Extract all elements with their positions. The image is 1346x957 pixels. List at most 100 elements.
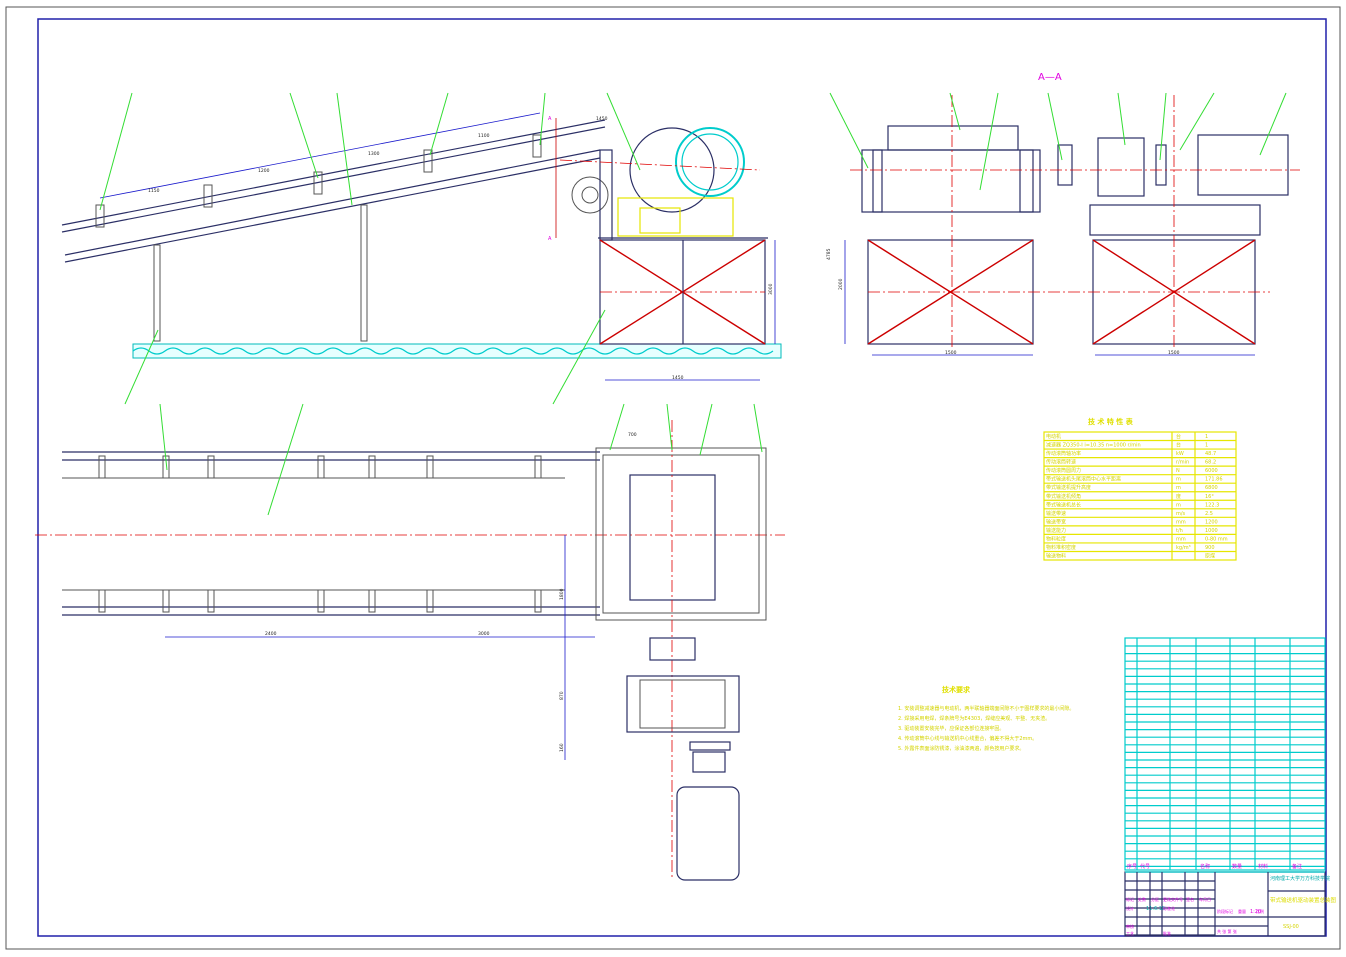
title-block: 河南理工大学万方科技学院 带式输送机驱动装置总装图 SSJ-00 11.6.10… <box>1124 871 1337 937</box>
tech-row-name: 传动滚筒轴功率 <box>1046 450 1081 457</box>
dimension-front-height: 3000 <box>768 283 774 295</box>
tech-row-value: 16° <box>1205 494 1214 500</box>
bom-header-cell: 数量 <box>1232 863 1242 870</box>
bom-header-cell: 备注 <box>1292 863 1302 870</box>
tech-row-name: 传动滚筒圆周力 <box>1046 467 1081 474</box>
dimension-idler-spacing: 1300 <box>368 151 380 157</box>
tech-row-value: 6800 <box>1205 485 1218 491</box>
tech-row-value: 1 <box>1205 443 1208 449</box>
tech-row-unit: 度 <box>1176 493 1181 500</box>
tech-row-unit: r/min <box>1176 460 1189 466</box>
tech-row-value: 0-80 mm <box>1205 536 1228 542</box>
tech-row-unit: m <box>1176 477 1181 483</box>
drawing-canvas: A—A A A 技 术 特 性 表 电动机 台 1减速器 ZQ350-I i=1… <box>5 6 1341 950</box>
requirements-title: 技术要求 <box>942 685 971 694</box>
requirement-item: 5. 外露件表面涂防锈漆，涂油漆两遍，颜色按用户要求。 <box>898 745 1024 752</box>
tech-row-value: 900 <box>1205 545 1215 551</box>
tech-row-value: 1 <box>1205 434 1208 440</box>
title-block-label: 设计 <box>1126 905 1134 911</box>
idler-set <box>532 134 542 158</box>
tech-row-name: 输送带速 <box>1046 510 1066 517</box>
requirement-item: 3. 驱动装置安装完毕，应保证各部位连接牢固。 <box>898 725 1004 732</box>
support-frame-front <box>599 239 776 381</box>
tech-row-value: 2.5 <box>1205 511 1213 517</box>
tech-row-unit: m/s <box>1176 511 1186 517</box>
tech-row-name: 电动机 <box>1046 433 1061 440</box>
plan-view <box>35 420 785 881</box>
dimension-plan-1: 2400 <box>265 631 277 637</box>
title-block-label: 年月日 <box>1199 896 1211 902</box>
tech-row-value: 1000 <box>1205 528 1218 534</box>
tech-row-unit: t/h <box>1176 528 1183 534</box>
title-block-label: 共 张 第 张 <box>1217 928 1237 934</box>
dimension-side-base-2: 1500 <box>1168 350 1180 356</box>
tech-row-name: 减速器 ZQ350-I i=10.35 n=1000 r/min <box>1046 442 1141 449</box>
tech-row-name: 带式输送机头尾滚筒中心水平距离 <box>1046 476 1121 483</box>
bom-header-cell: 代号 <box>1140 863 1150 870</box>
idler-bottom <box>98 589 106 613</box>
cad-drawing-sheet: A—A A A 技 术 特 性 表 电动机 台 1 减速器 ZQ350-I i=… <box>0 0 1346 957</box>
requirement-item: 2. 焊接采用电焊，焊条牌号为E4303，焊缝应美观、平整、无夹渣。 <box>898 715 1050 722</box>
tech-row-unit: kg/m³ <box>1176 545 1191 551</box>
idler-bottom <box>368 589 376 613</box>
tech-row-unit: kW <box>1176 451 1184 457</box>
title-block-label: 更改文件号 <box>1163 896 1183 902</box>
tech-row-unit: m <box>1176 485 1181 491</box>
title-block-label: 批准 <box>1163 930 1171 936</box>
idler-bottom <box>534 589 542 613</box>
title-block-label: 重量 <box>1238 908 1246 914</box>
tech-row-name: 物料粒度 <box>1046 535 1066 542</box>
tech-row-unit: 台 <box>1176 433 1181 440</box>
tech-row-name: 输送物料 <box>1046 553 1066 560</box>
requirement-item: 4. 传动滚筒中心线与输送机中心线重合，偏差不得大于2mm。 <box>898 735 1037 742</box>
dimension-plan-2: 3000 <box>478 631 490 637</box>
title-block-label: 审核 <box>1126 923 1134 929</box>
tech-row-unit: m <box>1176 502 1181 508</box>
school-name: 河南理工大学万方科技学院 <box>1270 875 1330 882</box>
section-label: A—A <box>1038 72 1062 83</box>
dimension-idler-spacing: 1150 <box>148 188 160 194</box>
idler-top <box>368 455 376 479</box>
bom-header-cell: 序号 <box>1127 863 1137 870</box>
dimension-side-height: 2000 <box>838 278 844 290</box>
section-mark-bottom: A <box>548 236 552 242</box>
idler-top <box>534 455 542 479</box>
idler-top <box>207 455 215 479</box>
title-block-label: 签名 <box>1186 896 1194 902</box>
section-mark-top: A <box>548 116 552 122</box>
technical-requirements: 技术要求 1. 安装调整减速器与电动机，两半联轴器端面间隙不小于图样要求的最小间… <box>898 685 1074 752</box>
tech-row-name: 物料堆积密度 <box>1046 544 1076 551</box>
idler-bottom <box>207 589 215 613</box>
dimension-idler-spacing: 1100 <box>478 133 490 139</box>
idler-bottom <box>426 589 434 613</box>
drawing-number: SSJ-00 <box>1283 924 1299 930</box>
tech-row-name: 带式输送机总长 <box>1046 501 1081 508</box>
tech-row-unit: mm <box>1176 519 1186 525</box>
tech-row-value: 171.86 <box>1205 477 1223 483</box>
idler-bottom <box>162 589 170 613</box>
title-block-label: 标准化 <box>1163 905 1175 911</box>
bill-of-materials: 序号 代号 名称 数量 材料 备注 <box>1124 637 1326 871</box>
dimension-front-base: 1450 <box>672 375 684 381</box>
requirement-item: 1. 安装调整减速器与电动机，两半联轴器端面间隙不小于图样要求的最小间隙。 <box>898 705 1074 712</box>
tech-row-name: 输送带宽 <box>1046 518 1066 525</box>
title-block-label: 分区 <box>1151 896 1159 902</box>
tech-row-name: 传动滚筒转速 <box>1046 459 1076 466</box>
tech-row-name: 带式输送机倾角 <box>1046 493 1081 500</box>
tech-row-value: 原煤 <box>1205 553 1215 560</box>
bom-header-cell: 材料 <box>1258 863 1268 870</box>
title-block-label: 比例 <box>1256 908 1264 914</box>
idler-top <box>317 455 325 479</box>
tech-row-value: 68.2 <box>1205 460 1216 466</box>
ground-hatch <box>132 343 782 359</box>
dimension-drive-2: 160 <box>559 743 565 752</box>
tech-row-unit: mm <box>1176 536 1186 542</box>
bom-header-cell: 名称 <box>1200 863 1210 870</box>
tech-row-value: 1200 <box>1205 519 1218 525</box>
title-block-label: 工艺 <box>1126 931 1134 936</box>
tech-row-value: 48.7 <box>1205 451 1216 457</box>
idler-top <box>98 455 106 479</box>
dimension-idler-spacing: 1450 <box>596 116 608 122</box>
tech-row-unit: N <box>1176 468 1180 474</box>
drawing-title: 带式输送机驱动装置总装图 <box>1270 896 1337 904</box>
